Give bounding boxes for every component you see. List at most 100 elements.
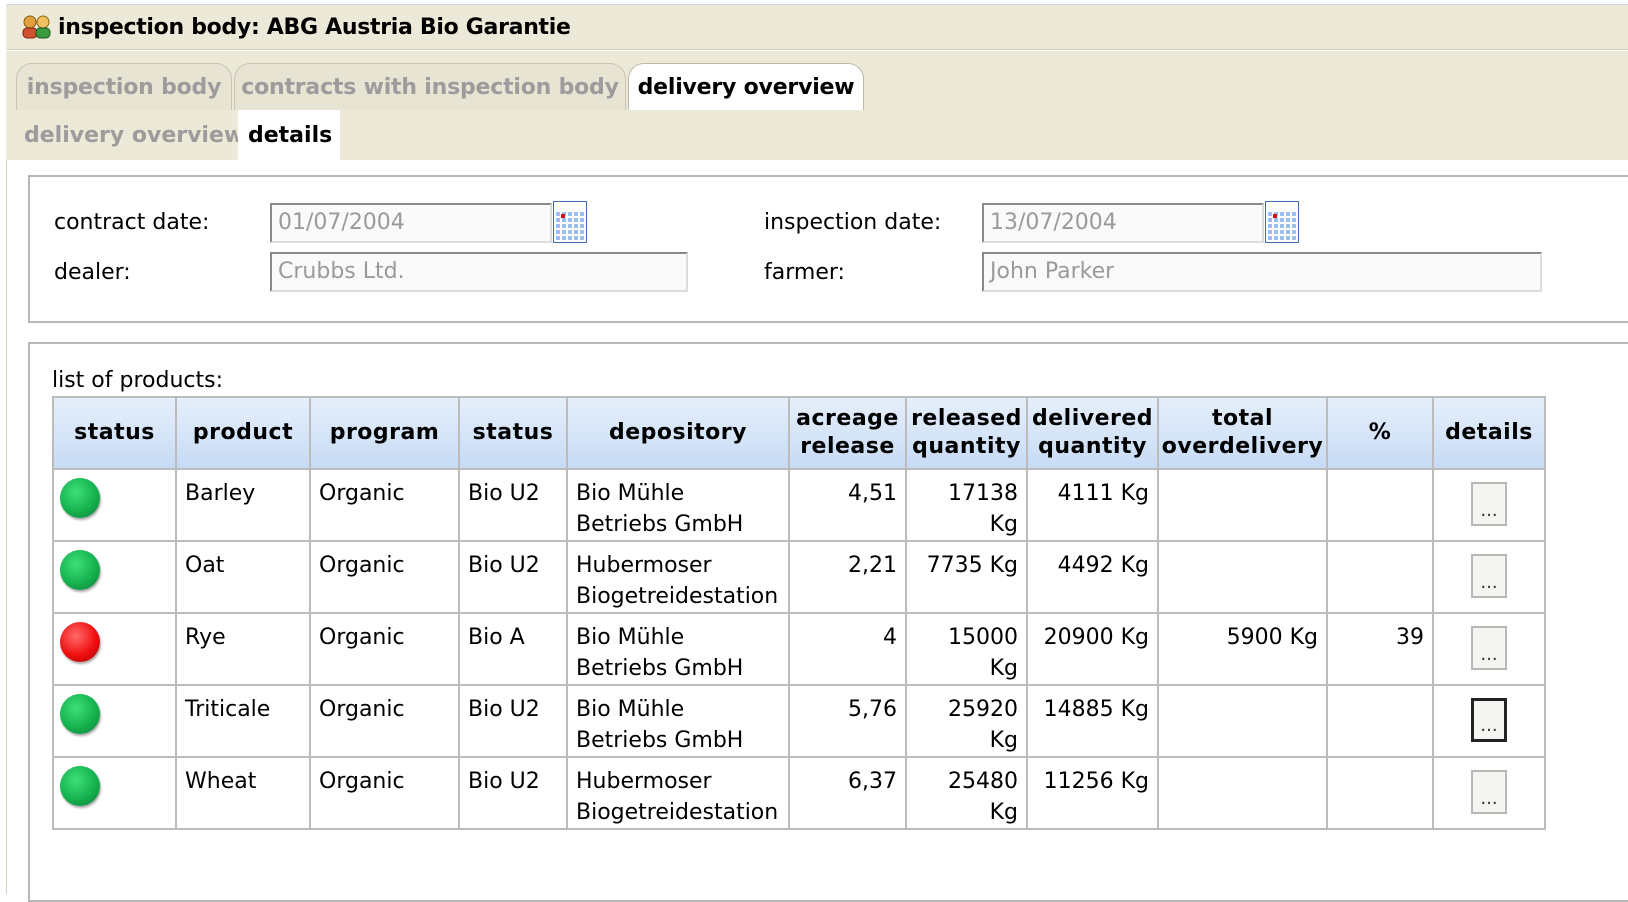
inspection-date-calendar-icon[interactable]	[1265, 201, 1299, 243]
header-product[interactable]: product	[175, 396, 311, 470]
header-depository[interactable]: depository	[566, 396, 790, 470]
released-quantity-cell: 7735 Kg	[905, 540, 1028, 614]
delivered-quantity-cell: 4492 Kg	[1026, 540, 1159, 614]
status-text-cell: Bio U2	[458, 468, 568, 542]
details-button[interactable]: ...	[1471, 554, 1507, 598]
released-quantity-cell: 17138 Kg	[905, 468, 1028, 542]
total-overdelivery-cell	[1157, 684, 1328, 758]
details-button[interactable]: ...	[1471, 770, 1507, 814]
header-status[interactable]: status	[52, 396, 177, 470]
table-row-wheat[interactable]: Wheat Organic Bio U2 Hubermoser Biogetrei…	[52, 756, 1546, 830]
program-cell: Organic	[309, 540, 460, 614]
header-acreage-release[interactable]: acreage release	[788, 396, 907, 470]
status-cell	[52, 756, 177, 830]
total-overdelivery-cell	[1157, 540, 1328, 614]
details-cell: ...	[1432, 468, 1546, 542]
table-row-triticale[interactable]: Triticale Organic Bio U2 Bio Mühle Betrie…	[52, 684, 1546, 758]
program-cell: Organic	[309, 756, 460, 830]
status-cell	[52, 612, 177, 686]
sub-tab-bar: delivery overview details	[6, 110, 1628, 160]
farmer-label: farmer:	[764, 260, 845, 285]
header-total-overdelivery[interactable]: total overdelivery	[1157, 396, 1328, 470]
acreage-release-cell: 2,21	[788, 540, 907, 614]
users-icon	[20, 14, 54, 40]
details-button[interactable]: ...	[1471, 626, 1507, 670]
status-indicator-icon	[60, 478, 100, 518]
details-button[interactable]: ...	[1471, 698, 1507, 742]
delivered-quantity-cell: 20900 Kg	[1026, 612, 1159, 686]
header-released-quantity[interactable]: released quantity	[905, 396, 1028, 470]
percent-cell	[1326, 684, 1434, 758]
acreage-release-cell: 4	[788, 612, 907, 686]
status-text-cell: Bio U2	[458, 684, 568, 758]
tab-delivery-overview[interactable]: delivery overview	[628, 63, 864, 111]
dealer-field[interactable]: Crubbs Ltd.	[270, 252, 688, 292]
header-percent[interactable]: %	[1326, 396, 1434, 470]
depository-cell: Hubermoser Biogetreidestation	[566, 540, 790, 614]
program-cell: Organic	[309, 468, 460, 542]
delivered-quantity-cell: 11256 Kg	[1026, 756, 1159, 830]
window-title-bar: inspection body: ABG Austria Bio Garanti…	[6, 4, 1628, 50]
total-overdelivery-cell	[1157, 756, 1328, 830]
details-cell: ...	[1432, 756, 1546, 830]
depository-cell: Bio Mühle Betriebs GmbH	[566, 468, 790, 542]
acreage-release-cell: 4,51	[788, 468, 907, 542]
percent-cell	[1326, 468, 1434, 542]
header-program[interactable]: program	[309, 396, 460, 470]
product-cell: Oat	[175, 540, 311, 614]
status-text-cell: Bio U2	[458, 540, 568, 614]
tab-inspection-body[interactable]: inspection body	[16, 63, 232, 111]
acreage-release-cell: 6,37	[788, 756, 907, 830]
details-button[interactable]: ...	[1471, 482, 1507, 526]
farmer-field[interactable]: John Parker	[982, 252, 1542, 292]
tab-contracts-with-inspection-body[interactable]: contracts with inspection body	[234, 63, 626, 111]
status-cell	[52, 540, 177, 614]
released-quantity-cell: 25480 Kg	[905, 756, 1028, 830]
window-title: inspection body: ABG Austria Bio Garanti…	[58, 14, 571, 40]
status-cell	[52, 468, 177, 542]
percent-cell: 39	[1326, 612, 1434, 686]
program-cell: Organic	[309, 684, 460, 758]
subtab-details[interactable]: details	[238, 110, 340, 160]
products-table: status product program status depository…	[52, 396, 1546, 830]
product-cell: Wheat	[175, 756, 311, 830]
product-cell: Triticale	[175, 684, 311, 758]
percent-cell	[1326, 756, 1434, 830]
total-overdelivery-cell: 5900 Kg	[1157, 612, 1328, 686]
depository-cell: Bio Mühle Betriebs GmbH	[566, 612, 790, 686]
status-text-cell: Bio U2	[458, 756, 568, 830]
header-status-2[interactable]: status	[458, 396, 568, 470]
table-row-rye[interactable]: Rye Organic Bio A Bio Mühle Betriebs GmbH…	[52, 612, 1546, 686]
details-cell: ...	[1432, 612, 1546, 686]
header-delivered-quantity[interactable]: delivered quantity	[1026, 396, 1159, 470]
contract-date-calendar-icon[interactable]	[553, 201, 587, 243]
table-row-barley[interactable]: Barley Organic Bio U2 Bio Mühle Betriebs …	[52, 468, 1546, 542]
delivered-quantity-cell: 4111 Kg	[1026, 468, 1159, 542]
subtab-delivery-overview[interactable]: delivery overview	[14, 110, 254, 160]
program-cell: Organic	[309, 612, 460, 686]
status-cell	[52, 684, 177, 758]
percent-cell	[1326, 540, 1434, 614]
status-indicator-icon	[60, 550, 100, 590]
status-text-cell: Bio A	[458, 612, 568, 686]
inspection-date-label: inspection date:	[764, 210, 942, 235]
products-caption: list of products:	[52, 368, 223, 393]
contract-date-label: contract date:	[54, 210, 210, 235]
acreage-release-cell: 5,76	[788, 684, 907, 758]
total-overdelivery-cell	[1157, 468, 1328, 542]
product-cell: Barley	[175, 468, 311, 542]
product-cell: Rye	[175, 612, 311, 686]
left-border	[6, 160, 7, 894]
details-cell: ...	[1432, 540, 1546, 614]
header-details[interactable]: details	[1432, 396, 1546, 470]
dealer-label: dealer:	[54, 260, 131, 285]
table-row-oat[interactable]: Oat Organic Bio U2 Hubermoser Biogetreide…	[52, 540, 1546, 614]
contract-info-panel	[28, 175, 1628, 323]
contract-date-field[interactable]: 01/07/2004	[270, 203, 552, 243]
inspection-date-field[interactable]: 13/07/2004	[982, 203, 1264, 243]
released-quantity-cell: 15000 Kg	[905, 612, 1028, 686]
main-tab-bar: inspection body contracts with inspectio…	[6, 51, 1628, 111]
depository-cell: Bio Mühle Betriebs GmbH	[566, 684, 790, 758]
status-indicator-icon	[60, 694, 100, 734]
status-indicator-icon	[60, 766, 100, 806]
